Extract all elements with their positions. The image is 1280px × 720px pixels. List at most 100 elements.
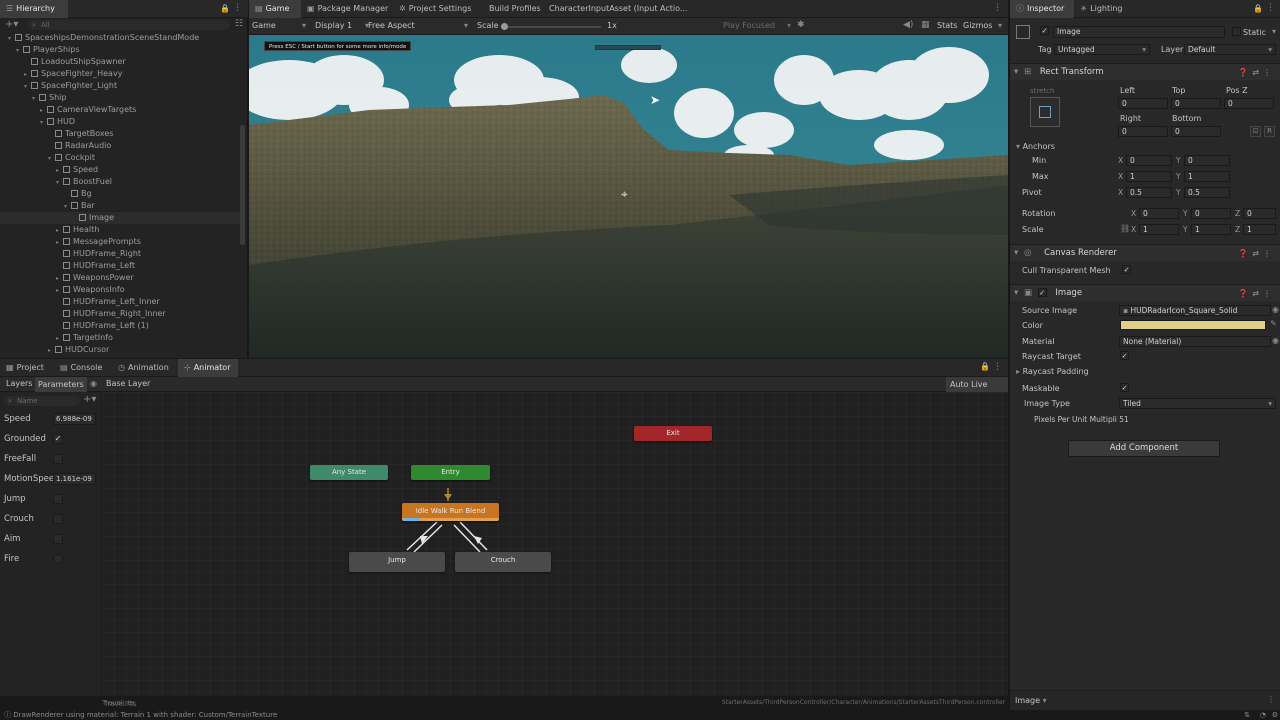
bottom-field[interactable]: 0 [1171, 126, 1221, 137]
hierarchy-item[interactable]: ▾ Bar [0, 200, 240, 212]
scale-z-field[interactable]: 1 [1243, 224, 1276, 235]
hierarchy-item[interactable]: ▸ SpaceFighter_Heavy [0, 68, 240, 80]
more-menu-icon[interactable]: ⋮ [993, 362, 1002, 372]
tab-project[interactable]: ▦ Project [0, 359, 54, 377]
hierarchy-item[interactable]: ▸ Health [0, 224, 240, 236]
pivot-y-field[interactable]: 0.5 [1184, 187, 1230, 198]
any-state-node[interactable]: Any State [310, 465, 388, 480]
hierarchy-item[interactable]: TargetBoxes [0, 128, 240, 140]
object-picker-icon[interactable]: ◉ [1272, 305, 1279, 314]
anchor-preset-button[interactable] [1030, 97, 1060, 127]
chevron-down-icon[interactable]: ▾ [48, 153, 55, 164]
hierarchy-search-input[interactable]: ⌕ All [28, 20, 230, 30]
exit-node[interactable]: Exit [634, 426, 712, 441]
tab-parameters[interactable]: Parameters [35, 377, 87, 392]
hierarchy-item[interactable]: HUDFrame_Right_Inner [0, 308, 240, 320]
top-field[interactable]: 0 [1171, 98, 1221, 109]
game-viewport[interactable]: Press ESC / Start button for some more i… [249, 35, 1008, 358]
hierarchy-item[interactable]: RadarAudio [0, 140, 240, 152]
tab-editor-2[interactable]: ✲ Project Settings [393, 0, 483, 18]
hierarchy-item[interactable]: ▾ PlayerShips [0, 44, 240, 56]
tag-dropdown[interactable]: Untagged ▾ [1054, 44, 1150, 55]
scale-x-field[interactable]: 1 [1139, 224, 1179, 235]
left-field[interactable]: 0 [1118, 98, 1168, 109]
tab-animator[interactable]: ⊹ Animator [178, 359, 238, 377]
entry-node[interactable]: Entry [411, 465, 490, 480]
chevron-right-icon[interactable]: ▸ [56, 285, 63, 296]
component-header-icons[interactable]: ❓⇄⋮ [1238, 64, 1275, 81]
hierarchy-item[interactable]: ▾ HUD [0, 116, 240, 128]
more-menu-icon[interactable]: ⋮ [233, 3, 242, 13]
breadcrumb[interactable]: Base Layer [106, 379, 150, 388]
hierarchy-item[interactable]: ▾ BoostFuel [0, 176, 240, 188]
parameter-search-input[interactable]: ⌕ Name [4, 396, 80, 406]
settings-icon[interactable]: ⚙ [1272, 710, 1278, 720]
scale-y-field[interactable]: 1 [1191, 224, 1231, 235]
auto-live-link-button[interactable]: Auto Live Link [946, 377, 1008, 404]
status-message[interactable]: DrawRenderer using material: Terrain 1 w… [13, 711, 277, 719]
rect-transform-header[interactable]: ▾ ⊞ Rect Transform ❓⇄⋮ [1010, 63, 1280, 80]
more-menu-icon[interactable]: ⋮ [1267, 695, 1275, 704]
grid-icon[interactable]: ▦ [921, 20, 930, 30]
anchor-max-x-field[interactable]: 1 [1126, 171, 1172, 182]
layer-dropdown[interactable]: Default ▾ [1184, 44, 1276, 55]
material-field[interactable]: None (Material) [1119, 336, 1271, 347]
tab-animation[interactable]: ◷ Animation [112, 359, 178, 377]
component-header-icons[interactable]: ❓⇄⋮ [1238, 285, 1275, 302]
chevron-down-icon[interactable]: ▾ [24, 81, 31, 92]
source-image-field[interactable]: ▪ HUDRadarIcon_Square_Solid [1119, 305, 1271, 316]
tab-editor-4[interactable]: CharacterInputAsset (Input Actio... [543, 0, 693, 18]
chevron-right-icon[interactable]: ▸ [56, 237, 63, 248]
tab-editor-0[interactable]: ▤ Game [249, 0, 301, 18]
parameter-checkbox[interactable] [53, 494, 63, 504]
parameter-checkbox[interactable] [53, 454, 63, 464]
lock-icon[interactable]: 🔒 [980, 362, 990, 371]
rotation-x-field[interactable]: 0 [1139, 208, 1179, 219]
lock-icon[interactable]: 🔒 [1253, 4, 1263, 13]
network-icon[interactable]: ⇅ [1244, 710, 1250, 720]
crouch-node[interactable]: Crouch [455, 552, 551, 572]
tab-console[interactable]: ▤ Console [54, 359, 112, 377]
hierarchy-item[interactable]: ▾ Ship [0, 92, 240, 104]
anchors-foldout[interactable]: ▾ Anchors [1016, 142, 1055, 151]
parameter-value-field[interactable]: 1.161e-09 [53, 473, 96, 485]
tab-layers[interactable]: Layers [6, 379, 32, 388]
chevron-right-icon[interactable]: ▸ [40, 105, 47, 116]
hierarchy-item[interactable]: ▸ WeaponsInfo [0, 284, 240, 296]
object-picker-icon[interactable]: ◉ [1272, 336, 1279, 345]
lock-icon[interactable]: 🔒 [220, 4, 230, 13]
hierarchy-item[interactable]: ▸ CameraViewTargets [0, 104, 240, 116]
chevron-down-icon[interactable]: ▾ [64, 201, 71, 212]
hierarchy-item[interactable]: ▸ HUDCursor [0, 344, 240, 354]
filter-icon[interactable]: ☷ [235, 19, 243, 29]
hierarchy-item[interactable]: LoadoutShipSpawner [0, 56, 240, 68]
hierarchy-item[interactable]: HUDFrame_Left [0, 260, 240, 272]
tab-hierarchy[interactable]: ☰ Hierarchy [0, 0, 68, 18]
add-parameter-icon[interactable]: +▾ [83, 394, 96, 405]
cull-transparent-mesh-checkbox[interactable]: ✓ [1122, 265, 1131, 274]
blueprint-mode-button[interactable]: ⊡ [1250, 126, 1261, 137]
raycast-padding-foldout[interactable]: ▸ Raycast Padding [1016, 367, 1089, 376]
raw-edit-button[interactable]: R [1264, 126, 1275, 137]
active-checkbox[interactable]: ✓ [1040, 26, 1049, 35]
hierarchy-item[interactable]: ▸ Speed [0, 164, 240, 176]
chevron-right-icon[interactable]: ▸ [56, 333, 63, 344]
image-enabled-checkbox[interactable]: ✓ [1037, 288, 1047, 297]
posz-field[interactable]: 0 [1224, 98, 1274, 109]
more-menu-icon[interactable]: ⋮ [1266, 3, 1275, 13]
hierarchy-item[interactable]: Bg [0, 188, 240, 200]
hierarchy-item[interactable]: ▸ MessagePrompts [0, 236, 240, 248]
hierarchy-item[interactable]: HUDFrame_Left_Inner [0, 296, 240, 308]
static-checkbox[interactable] [1232, 27, 1241, 38]
chevron-down-icon[interactable]: ▾ [16, 45, 23, 56]
chevron-right-icon[interactable]: ▸ [48, 345, 55, 354]
parameter-checkbox[interactable]: ✓ [53, 434, 63, 444]
eyedropper-icon[interactable]: ✎ [1270, 319, 1277, 328]
rotation-z-field[interactable]: 0 [1243, 208, 1276, 219]
maskable-checkbox[interactable]: ✓ [1120, 383, 1129, 392]
parameter-checkbox[interactable] [53, 534, 63, 544]
tab-editor-3[interactable]: Build Profiles [483, 0, 543, 18]
more-menu-icon[interactable]: ⋮ [993, 3, 1002, 13]
hierarchy-item[interactable]: ▸ TargetInfo [0, 332, 240, 344]
tab-lighting[interactable]: ☀ Lighting [1074, 0, 1138, 18]
